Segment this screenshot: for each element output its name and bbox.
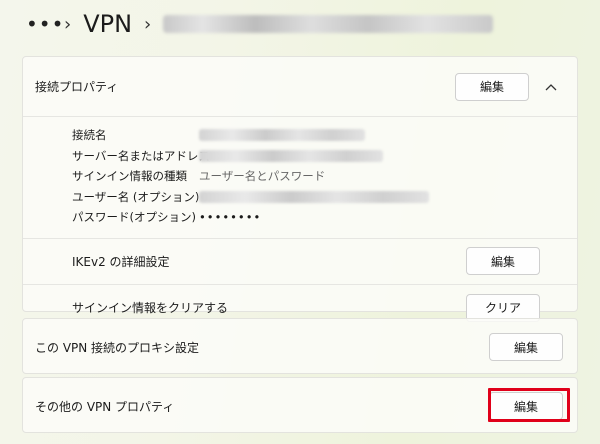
password-value: •••••••• [199,210,262,225]
detail-label: サーバー名またはアドレス [72,148,210,163]
proxy-settings-card: この VPN 接続のプロキシ設定 編集 [22,318,578,374]
chevron-up-icon[interactable] [541,77,561,97]
connection-details: 接続名 サーバー名またはアドレス サインイン情報の種類 ユーザー名とパスワード … [23,117,577,239]
edit-other-properties-button[interactable]: 編集 [489,392,563,420]
blurred-value [199,190,429,203]
proxy-settings-row: この VPN 接続のプロキシ設定 編集 [23,319,577,375]
detail-row-server: サーバー名またはアドレス [72,146,577,167]
connection-properties-card: 接続プロパティ 編集 接続名 サーバー名またはアドレス サインイン情報の種類 ユ… [22,56,578,322]
breadcrumb: ••• › VPN › [26,6,494,42]
detail-row-username: ユーザー名 (オプション) [72,187,577,208]
detail-label: ユーザー名 (オプション) [72,189,200,204]
chevron-right-icon: › [144,13,152,35]
detail-row-connection-name: 接続名 [72,125,577,146]
blurred-connection-name [163,15,494,33]
edit-connection-button[interactable]: 編集 [455,72,529,101]
proxy-settings-label: この VPN 接続のプロキシ設定 [35,340,200,355]
other-properties-card: その他の VPN プロパティ 編集 [22,377,578,433]
connection-properties-header[interactable]: 接続プロパティ 編集 [23,57,577,117]
chevron-right-icon: › [64,13,72,35]
edit-proxy-button[interactable]: 編集 [489,333,563,361]
more-icon[interactable]: ••• [26,12,63,36]
edit-ikev2-button[interactable]: 編集 [466,247,540,275]
clear-signin-label: サインイン情報をクリアする [72,301,229,315]
other-properties-row: その他の VPN プロパティ 編集 [23,378,577,434]
detail-value: ユーザー名とパスワード [199,169,326,184]
ikev2-settings-row: IKEv2 の詳細設定 編集 [23,239,577,285]
detail-label: 接続名 [72,128,107,143]
detail-row-signin-type: サインイン情報の種類 ユーザー名とパスワード [72,166,577,187]
detail-row-password: パスワード(オプション) •••••••• [72,207,577,228]
detail-label: パスワード(オプション) [72,210,196,225]
blurred-value [199,129,365,142]
breadcrumb-vpn[interactable]: VPN [83,10,132,38]
connection-properties-label: 接続プロパティ [35,80,119,94]
ikev2-settings-label: IKEv2 の詳細設定 [72,254,170,269]
other-properties-label: その他の VPN プロパティ [35,399,175,414]
detail-label: サインイン情報の種類 [72,169,187,184]
blurred-value [199,149,383,162]
